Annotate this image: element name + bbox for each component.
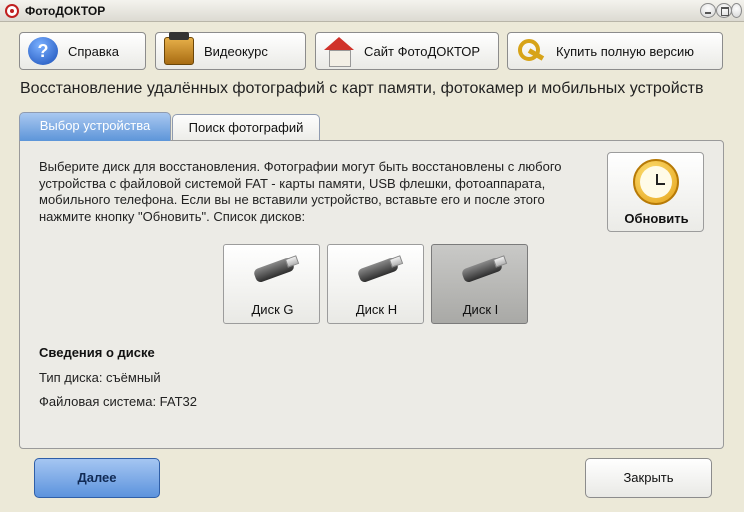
disk-type-text: Тип диска: съёмный bbox=[39, 370, 161, 385]
file-system-text: Файловая система: FAT32 bbox=[39, 394, 197, 409]
main-window: ? Справка Видеокурс Сайт ФотоДОКТОР Купи… bbox=[0, 22, 744, 512]
refresh-label: Обновить bbox=[624, 211, 689, 226]
title-bar: ФотоДОКТОР bbox=[0, 0, 744, 22]
help-label: Справка bbox=[68, 43, 119, 59]
disk-h-button[interactable]: Диск H bbox=[327, 244, 424, 324]
website-label: Сайт ФотоДОКТОР bbox=[364, 43, 481, 59]
app-icon bbox=[5, 4, 19, 18]
usb-drive-icon bbox=[352, 255, 404, 285]
help-icon: ? bbox=[28, 37, 58, 65]
disk-info-title: Сведения о диске bbox=[39, 345, 155, 360]
disk-label: Диск I bbox=[462, 302, 499, 317]
video-course-icon bbox=[164, 32, 194, 65]
window-title: ФотоДОКТОР bbox=[25, 4, 106, 18]
tab-photo-search[interactable]: Поиск фотографий bbox=[172, 114, 320, 141]
maximize-button[interactable] bbox=[716, 3, 732, 18]
clock-icon bbox=[633, 159, 679, 205]
usb-drive-icon bbox=[248, 255, 300, 285]
minimize-button[interactable] bbox=[700, 3, 716, 18]
website-button[interactable]: Сайт ФотоДОКТОР bbox=[315, 32, 499, 70]
device-panel: Выберите диск для восстановления. Фотогр… bbox=[19, 140, 724, 449]
disk-i-button[interactable]: Диск I bbox=[431, 244, 528, 324]
home-icon bbox=[324, 37, 354, 67]
disk-label: Диск H bbox=[355, 302, 398, 317]
close-button[interactable]: Закрыть bbox=[585, 458, 712, 498]
buy-label: Купить полную версию bbox=[556, 43, 695, 59]
usb-drive-icon bbox=[456, 255, 508, 285]
buy-full-version-button[interactable]: Купить полную версию bbox=[507, 32, 723, 70]
help-button[interactable]: ? Справка bbox=[19, 32, 146, 70]
next-button[interactable]: Далее bbox=[34, 458, 160, 498]
instructions-text: Выберите диск для восстановления. Фотогр… bbox=[39, 159, 562, 224]
disk-g-button[interactable]: Диск G bbox=[223, 244, 320, 324]
tab-device-select[interactable]: Выбор устройства bbox=[19, 112, 171, 141]
close-window-button[interactable] bbox=[731, 3, 742, 18]
refresh-button[interactable]: Обновить bbox=[607, 152, 704, 232]
video-course-label: Видеокурс bbox=[204, 43, 268, 59]
disk-label: Диск G bbox=[251, 302, 294, 317]
video-course-button[interactable]: Видеокурс bbox=[155, 32, 306, 70]
page-heading: Восстановление удалённых фотографий с ка… bbox=[20, 80, 704, 97]
key-icon bbox=[516, 37, 546, 65]
